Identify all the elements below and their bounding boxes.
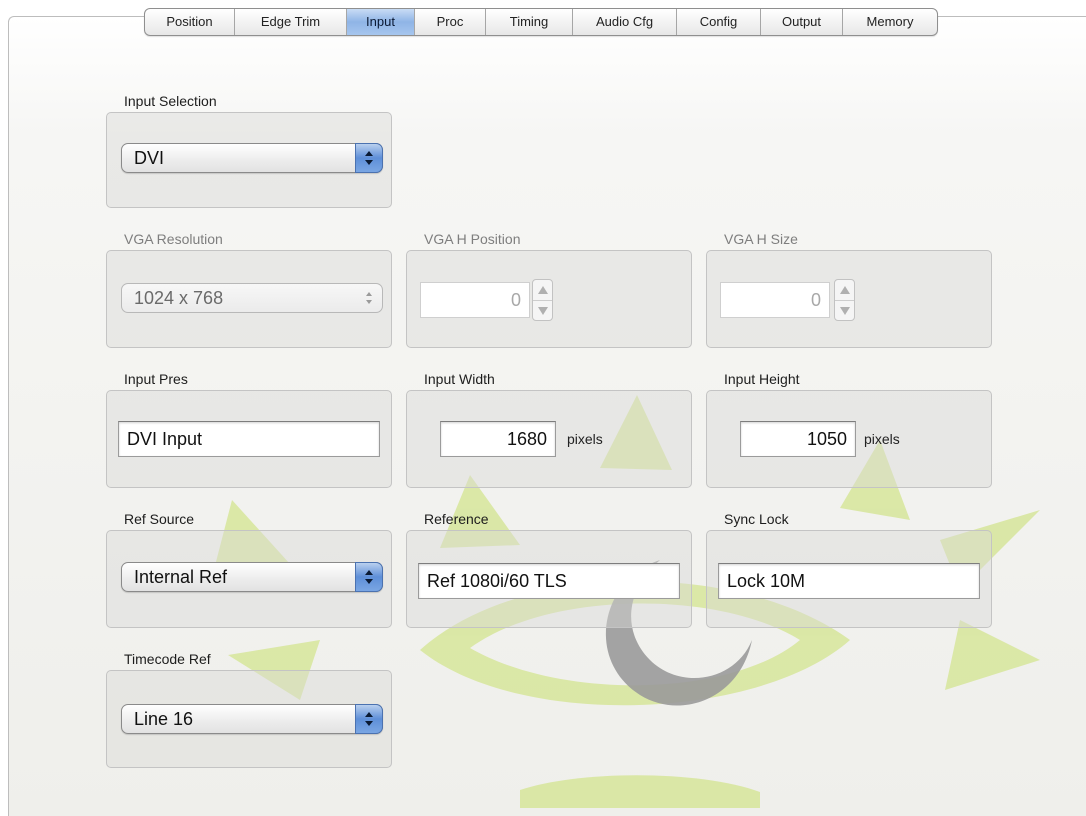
stepper-down-icon[interactable]	[533, 300, 552, 320]
stepper-up-icon[interactable]	[835, 280, 854, 300]
sync-lock-field[interactable]: Lock 10M	[718, 563, 980, 599]
input-width-unit: pixels	[567, 431, 603, 447]
input-width-field[interactable]: 1680	[440, 421, 556, 457]
input-height-label: Input Height	[724, 371, 800, 387]
tab-position[interactable]: Position	[145, 9, 235, 35]
tab-proc[interactable]: Proc	[415, 9, 486, 35]
vga-h-position-field[interactable]: 0	[420, 282, 530, 318]
input-height-unit: pixels	[864, 431, 900, 447]
tab-edge-trim[interactable]: Edge Trim	[235, 9, 347, 35]
timecode-ref-popup[interactable]: Line 16	[121, 704, 383, 734]
input-pres-field[interactable]: DVI Input	[118, 421, 380, 457]
input-selection-value: DVI	[134, 148, 165, 168]
vga-h-position-stepper[interactable]	[532, 279, 553, 321]
vga-resolution-label: VGA Resolution	[124, 231, 223, 247]
popup-arrows-icon	[355, 562, 383, 592]
tab-memory[interactable]: Memory	[843, 9, 937, 35]
input-width-label: Input Width	[424, 371, 495, 387]
timecode-ref-label: Timecode Ref	[124, 651, 211, 667]
sync-lock-label: Sync Lock	[724, 511, 789, 527]
vga-h-size-field[interactable]: 0	[720, 282, 830, 318]
tab-audio-cfg[interactable]: Audio Cfg	[573, 9, 677, 35]
tab-bar: Position Edge Trim Input Proc Timing Aud…	[144, 8, 938, 36]
tab-output[interactable]: Output	[761, 9, 843, 35]
ref-source-popup[interactable]: Internal Ref	[121, 562, 383, 592]
vga-h-size-stepper[interactable]	[834, 279, 855, 321]
ref-source-label: Ref Source	[124, 511, 195, 527]
stepper-up-icon[interactable]	[533, 280, 552, 300]
popup-arrows-icon	[355, 143, 383, 173]
popup-arrows-icon	[355, 704, 383, 734]
input-pres-label: Input Pres	[124, 371, 188, 387]
timecode-ref-value: Line 16	[134, 709, 194, 729]
vga-h-position-label: VGA H Position	[424, 231, 521, 247]
vga-resolution-value: 1024 x 768	[134, 288, 224, 308]
vga-resolution-popup[interactable]: 1024 x 768	[121, 283, 383, 313]
ref-source-value: Internal Ref	[134, 567, 228, 587]
reference-field[interactable]: Ref 1080i/60 TLS	[418, 563, 680, 599]
reference-label: Reference	[424, 511, 489, 527]
input-height-field[interactable]: 1050	[740, 421, 856, 457]
input-selection-label: Input Selection	[124, 93, 217, 109]
tab-input[interactable]: Input	[347, 9, 415, 35]
tab-config[interactable]: Config	[677, 9, 761, 35]
input-selection-popup[interactable]: DVI	[121, 143, 383, 173]
stepper-down-icon[interactable]	[835, 300, 854, 320]
popup-arrows-icon	[355, 283, 383, 313]
tab-timing[interactable]: Timing	[486, 9, 573, 35]
vga-h-size-label: VGA H Size	[724, 231, 798, 247]
